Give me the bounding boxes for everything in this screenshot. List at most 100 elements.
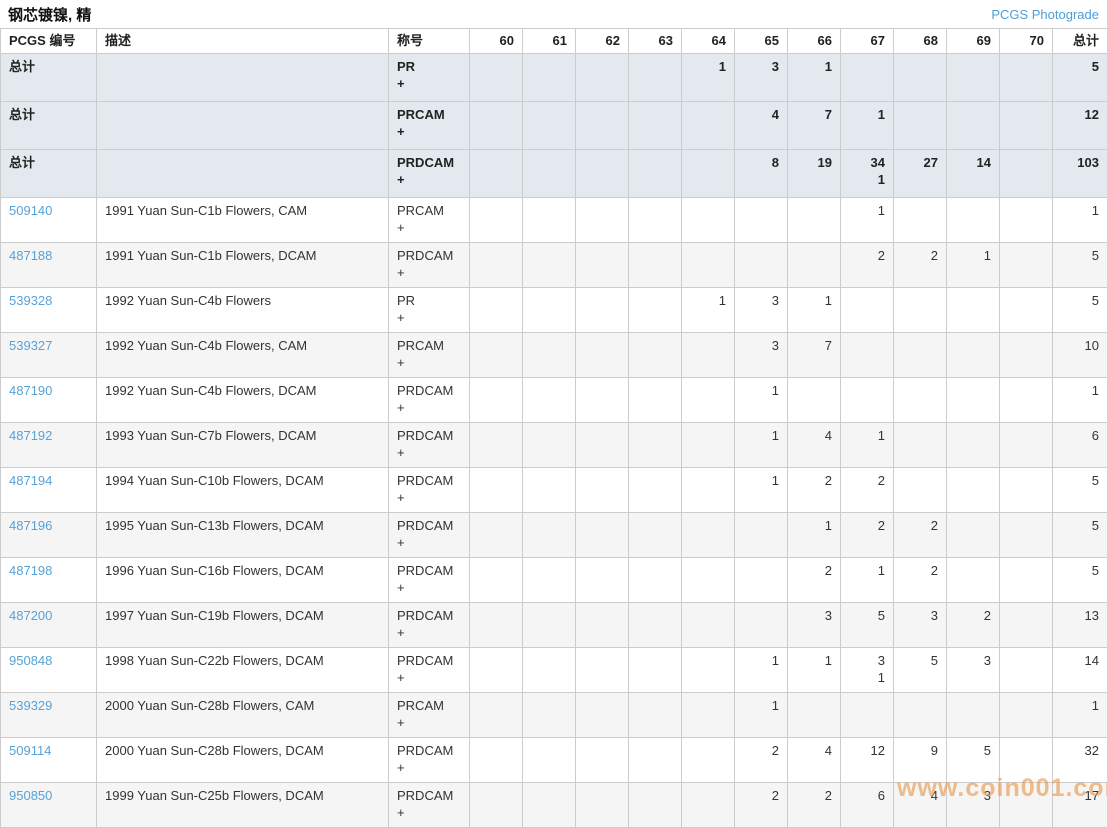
grade-62-cell [576, 197, 629, 242]
grade-61-cell [523, 647, 576, 692]
grade-62-cell [576, 512, 629, 557]
grade-63-cell [629, 737, 682, 782]
description-cell: 2000 Yuan Sun-C28b Flowers, CAM [97, 692, 389, 737]
description-cell [97, 53, 389, 101]
grade-64-cell [682, 782, 735, 827]
grade-65-cell [735, 557, 788, 602]
grade-67-cell [841, 332, 894, 377]
pcgs-number-link[interactable]: 950850 [9, 788, 52, 803]
grade-64-cell [682, 467, 735, 512]
grade-70-cell [1000, 602, 1053, 647]
grade-69-cell [947, 377, 1000, 422]
grade-63-cell [629, 512, 682, 557]
grade-65-cell: 8 [735, 149, 788, 197]
designation-cell: PRDCAM+ [389, 242, 470, 287]
pcgs-number-cell: 487188 [1, 242, 97, 287]
designation-plus-label: + [397, 444, 461, 462]
designation-cell: PRDCAM+ [389, 602, 470, 647]
designation-label: PRCAM [397, 337, 461, 355]
row-total-cell: 5 [1053, 557, 1107, 602]
table-row: 4871881991 Yuan Sun-C1b Flowers, DCAMPRD… [1, 242, 1107, 287]
table-row: 9508481998 Yuan Sun-C22b Flowers, DCAMPR… [1, 647, 1107, 692]
description-cell: 1992 Yuan Sun-C4b Flowers, DCAM [97, 377, 389, 422]
designation-plus-label: + [397, 123, 461, 141]
designation-cell: PRDCAM+ [389, 782, 470, 827]
grade-61-cell [523, 332, 576, 377]
pcgs-number-link[interactable]: 487188 [9, 248, 52, 263]
table-row: 4871921993 Yuan Sun-C7b Flowers, DCAMPRD… [1, 422, 1107, 467]
pcgs-number-link[interactable]: 487194 [9, 473, 52, 488]
grade-65-cell: 2 [735, 737, 788, 782]
column-header-60: 60 [470, 29, 523, 54]
pcgs-number-link[interactable]: 487196 [9, 518, 52, 533]
column-header-description: 描述 [97, 29, 389, 54]
grade-62-cell [576, 149, 629, 197]
designation-label: PRDCAM [397, 787, 461, 805]
pcgs-number-link[interactable]: 950848 [9, 653, 52, 668]
designation-label: PRDCAM [397, 652, 461, 670]
grade-69-cell: 3 [947, 647, 1000, 692]
pcgs-number-link[interactable]: 539329 [9, 698, 52, 713]
designation-label: PRCAM [397, 106, 461, 124]
grade-66-cell: 4 [788, 737, 841, 782]
grade-62-cell [576, 53, 629, 101]
column-header-pcgs-number: PCGS 编号 [1, 29, 97, 54]
table-row: 4871961995 Yuan Sun-C13b Flowers, DCAMPR… [1, 512, 1107, 557]
grade-63-cell [629, 101, 682, 149]
grade-62-cell [576, 422, 629, 467]
grade-60-cell [470, 557, 523, 602]
pcgs-number-link[interactable]: 487190 [9, 383, 52, 398]
row-total-cell: 5 [1053, 242, 1107, 287]
total-label-cell: 总计 [1, 53, 97, 101]
grade-61-cell [523, 422, 576, 467]
grade-62-cell [576, 101, 629, 149]
pcgs-number-link[interactable]: 509140 [9, 203, 52, 218]
grade-67-cell: 12 [841, 737, 894, 782]
grade-70-cell [1000, 737, 1053, 782]
pcgs-number-link[interactable]: 539328 [9, 293, 52, 308]
grade-66-cell [788, 692, 841, 737]
description-cell: 1999 Yuan Sun-C25b Flowers, DCAM [97, 782, 389, 827]
row-total-cell: 13 [1053, 602, 1107, 647]
designation-plus-label: + [397, 804, 461, 822]
grade-63-cell [629, 422, 682, 467]
grade-67-cell: 34 1 [841, 149, 894, 197]
grade-70-cell [1000, 332, 1053, 377]
grade-60-cell [470, 647, 523, 692]
grade-63-cell [629, 602, 682, 647]
grade-70-cell [1000, 242, 1053, 287]
grade-69-cell [947, 53, 1000, 101]
pcgs-number-link[interactable]: 509114 [9, 743, 51, 758]
grade-68-cell: 27 [894, 149, 947, 197]
grade-70-cell [1000, 377, 1053, 422]
pcgs-number-link[interactable]: 487198 [9, 563, 52, 578]
grade-68-cell: 2 [894, 512, 947, 557]
grade-68-cell: 2 [894, 242, 947, 287]
table-row: 5091142000 Yuan Sun-C28b Flowers, DCAMPR… [1, 737, 1107, 782]
grade-69-cell [947, 197, 1000, 242]
designation-cell: PRDCAM+ [389, 512, 470, 557]
grade-66-cell: 2 [788, 467, 841, 512]
grade-64-cell [682, 737, 735, 782]
grade-70-cell [1000, 557, 1053, 602]
grade-64-cell: 1 [682, 287, 735, 332]
pcgs-photograde-link[interactable]: PCGS Photograde [991, 7, 1099, 22]
grade-65-cell: 1 [735, 377, 788, 422]
designation-plus-label: + [397, 579, 461, 597]
designation-cell: PRDCAM+ [389, 737, 470, 782]
pcgs-number-cell: 487198 [1, 557, 97, 602]
pcgs-number-cell: 539329 [1, 692, 97, 737]
table-header-row: PCGS 编号描述称号6061626364656667686970总计 [1, 29, 1107, 54]
row-total-cell: 5 [1053, 287, 1107, 332]
grade-68-cell [894, 467, 947, 512]
pcgs-number-link[interactable]: 487200 [9, 608, 52, 623]
grade-64-cell [682, 197, 735, 242]
pcgs-number-link[interactable]: 539327 [9, 338, 52, 353]
grade-66-cell: 1 [788, 287, 841, 332]
designation-label: PRDCAM [397, 154, 461, 172]
grade-60-cell [470, 332, 523, 377]
designation-cell: PRDCAM+ [389, 377, 470, 422]
pcgs-number-link[interactable]: 487192 [9, 428, 52, 443]
row-total-cell: 1 [1053, 377, 1107, 422]
grade-60-cell [470, 242, 523, 287]
